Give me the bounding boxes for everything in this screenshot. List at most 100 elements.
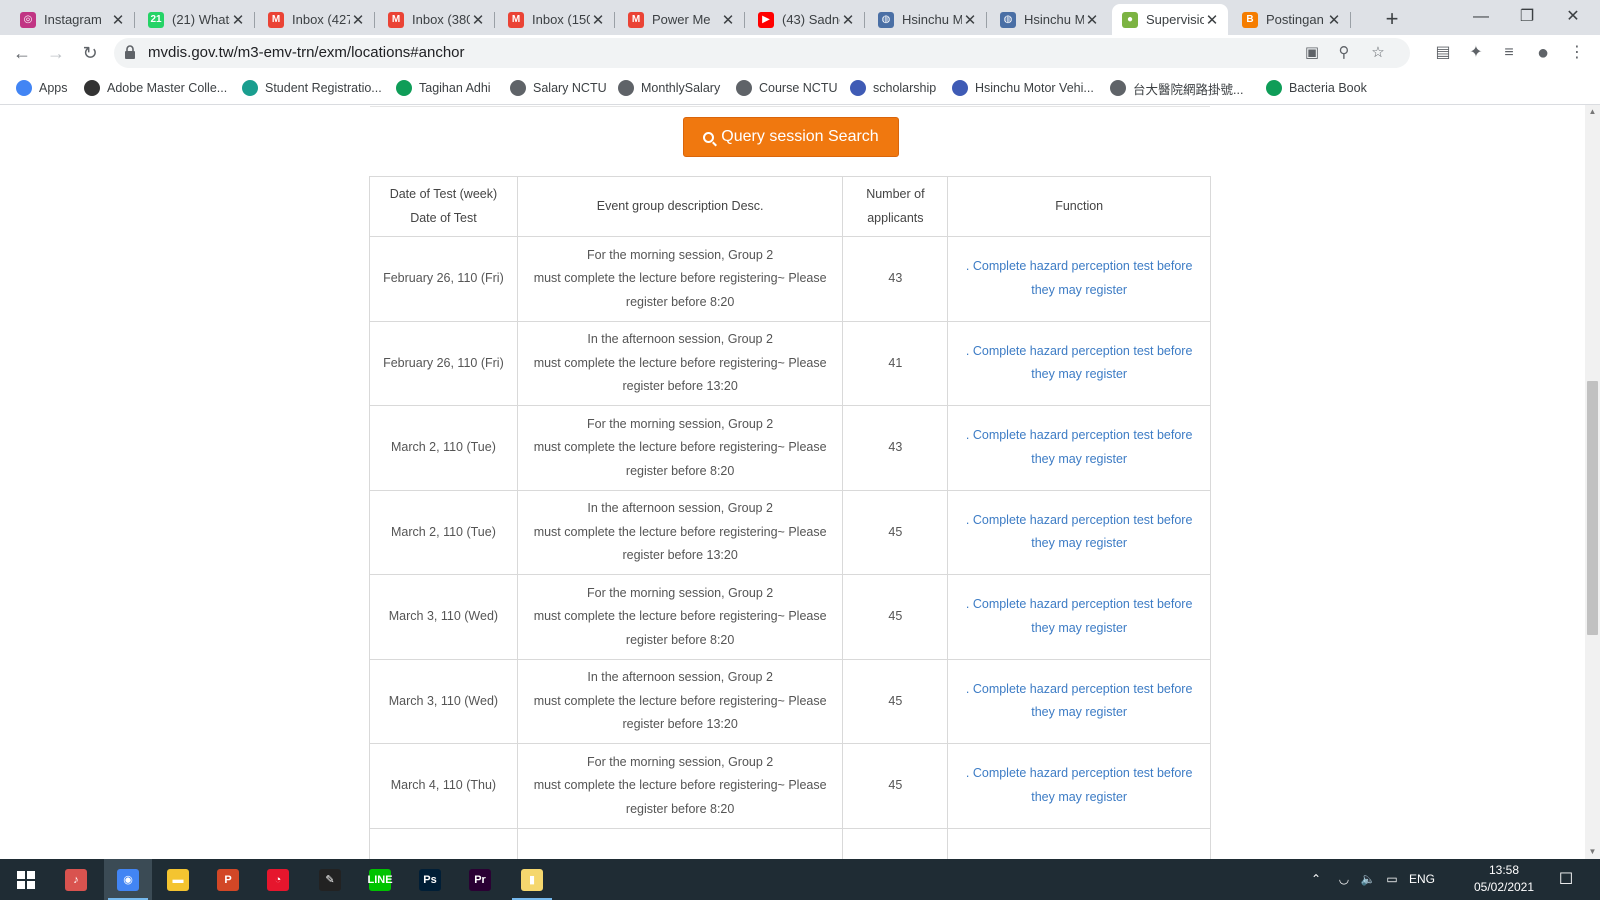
close-tab-icon[interactable]: ✕ <box>350 11 366 29</box>
close-tab-icon[interactable]: ✕ <box>1326 11 1342 29</box>
page-scrollbar[interactable]: ▲ ▼ <box>1585 105 1600 859</box>
taskbar-app-weibo[interactable]: ◔ <box>254 859 302 900</box>
new-tab-button[interactable]: + <box>1378 6 1406 34</box>
taskbar-app-music[interactable]: ♪ <box>52 859 100 900</box>
close-tab-icon[interactable]: ✕ <box>840 11 856 29</box>
restore-button[interactable]: ❐ <box>1504 0 1550 35</box>
table-row: March 2, 110 (Tue) In the afternoon sessi… <box>369 489 1211 575</box>
tab-title: Inbox (150) <box>532 12 590 27</box>
taskbar-app-notes[interactable]: ▮ <box>508 859 556 900</box>
bookmark-5[interactable]: MonthlySalary <box>618 79 720 97</box>
extension-news-icon[interactable]: ▤ <box>1432 42 1454 64</box>
scroll-down-icon[interactable]: ▼ <box>1585 845 1600 859</box>
tab-title: Hsinchu M <box>1024 12 1084 27</box>
zoom-icon[interactable]: ⚲ <box>1336 45 1352 61</box>
close-window-button[interactable]: ✕ <box>1550 0 1596 35</box>
tab-5[interactable]: M Power Me ✕ <box>618 4 745 35</box>
globe-icon <box>618 80 634 96</box>
language-indicator[interactable]: ENG <box>1404 859 1440 900</box>
bookmark-10[interactable]: Bacteria Book <box>1266 79 1367 97</box>
bookmark-label: Course NCTU <box>759 81 838 95</box>
close-tab-icon[interactable]: ✕ <box>962 11 978 29</box>
bookmark-9[interactable]: 台大醫院網路掛號... <box>1110 79 1243 97</box>
register-link[interactable]: . Complete hazard perception test before… <box>966 344 1193 382</box>
close-tab-icon[interactable]: ✕ <box>1204 11 1220 29</box>
tab-10[interactable]: B Postingan ✕ <box>1232 4 1351 35</box>
table-row: February 26, 110 (Fri) For the morning se… <box>369 236 1211 322</box>
profile-avatar-icon[interactable]: ● <box>1532 42 1554 64</box>
tab-separator <box>744 12 745 28</box>
tab-9[interactable]: ● Supervision✕ <box>1112 4 1228 35</box>
bookmark-4[interactable]: Salary NCTU <box>510 79 607 97</box>
sticky-notes-icon: ▮ <box>521 868 543 891</box>
taskbar-app-explorer[interactable]: ▬ <box>154 859 202 900</box>
forward-button[interactable]: → <box>42 39 70 67</box>
register-link[interactable]: . Complete hazard perception test before… <box>966 259 1193 297</box>
bookmark-6[interactable]: Course NCTU <box>736 79 838 97</box>
scrollbar-thumb[interactable] <box>1587 381 1598 635</box>
wifi-icon[interactable]: ◡ <box>1332 859 1356 900</box>
taskbar-app-chrome[interactable]: ◉ <box>104 859 152 900</box>
bookmark-0[interactable]: Apps <box>16 79 68 97</box>
close-tab-icon[interactable]: ✕ <box>1084 11 1100 29</box>
taskbar-app-inkscape[interactable]: ✎ <box>306 859 354 900</box>
cell-description: In the afternoon session, Group 2 must co… <box>516 489 844 575</box>
url-text[interactable]: mvdis.gov.tw/m3-emv-trn/exm/locations#an… <box>148 38 465 68</box>
register-link[interactable]: . Complete hazard perception test before… <box>966 682 1193 720</box>
tab-1[interactable]: 21 (21) WhatsApp✕ <box>138 4 255 35</box>
start-button[interactable] <box>2 859 50 900</box>
site-icon: ● <box>1122 11 1138 28</box>
register-link[interactable]: . Complete hazard perception test before… <box>966 428 1193 466</box>
tab-3[interactable]: M Inbox (380)✕ <box>378 4 495 35</box>
media-control-icon[interactable]: ≡ <box>1498 42 1520 64</box>
system-clock[interactable]: 13:58 05/02/2021 <box>1470 862 1538 896</box>
lock-icon[interactable] <box>124 45 136 59</box>
tab-4[interactable]: M Inbox (150)✕ <box>498 4 615 35</box>
bookmark-1[interactable]: Adobe Master Colle... <box>84 79 227 97</box>
menu-kebab-icon[interactable]: ⋮ <box>1566 42 1588 64</box>
volume-icon[interactable]: 🔈 <box>1356 859 1380 900</box>
tab-6[interactable]: ▶ (43) Sadness✕ <box>748 4 865 35</box>
tab-title: Instagram <box>44 12 102 27</box>
divider <box>370 106 1210 107</box>
back-button[interactable]: ← <box>8 39 36 67</box>
tab-0[interactable]: ◎ Instagram ✕ <box>10 4 135 35</box>
taskbar-app-premiere[interactable]: Pr <box>456 859 504 900</box>
tab-7[interactable]: ◍ Hsinchu M ✕ <box>868 4 987 35</box>
notifications-icon[interactable]: ☐ <box>1548 859 1584 900</box>
cell-function: . Complete hazard perception test before… <box>947 658 1211 744</box>
bookmark-star-icon[interactable]: ☆ <box>1370 45 1386 61</box>
tab-title: (21) WhatsApp <box>172 12 230 27</box>
address-bar[interactable]: mvdis.gov.tw/m3-emv-trn/exm/locations#an… <box>114 38 1410 68</box>
bookmark-8[interactable]: Hsinchu Motor Vehi... <box>952 79 1094 97</box>
register-link[interactable]: . Complete hazard perception test before… <box>966 597 1193 635</box>
bookmark-3[interactable]: Tagihan Adhi <box>396 79 491 97</box>
bookmark-7[interactable]: scholarship <box>850 79 936 97</box>
scroll-up-icon[interactable]: ▲ <box>1585 105 1600 119</box>
register-link[interactable]: . Complete hazard perception test before… <box>966 513 1193 551</box>
close-tab-icon[interactable]: ✕ <box>110 11 126 29</box>
reload-button[interactable]: ↻ <box>76 39 104 67</box>
tray-chevron-icon[interactable]: ⌃ <box>1306 859 1326 900</box>
tab-2[interactable]: M Inbox (427)✕ <box>258 4 375 35</box>
translate-icon[interactable]: ▣ <box>1304 45 1320 61</box>
sheets-icon <box>1266 80 1282 96</box>
taskbar-app-powerpoint[interactable]: P <box>204 859 252 900</box>
tab-8[interactable]: ◍ Hsinchu M ✕ <box>990 4 1108 35</box>
taskbar-app-photoshop[interactable]: Ps <box>406 859 454 900</box>
taskbar-app-line[interactable]: LINE <box>356 859 404 900</box>
close-tab-icon[interactable]: ✕ <box>230 11 246 29</box>
minimize-button[interactable]: — <box>1458 0 1504 35</box>
close-tab-icon[interactable]: ✕ <box>590 11 606 29</box>
extensions-puzzle-icon[interactable]: ✦ <box>1465 42 1487 64</box>
close-tab-icon[interactable]: ✕ <box>470 11 486 29</box>
tab-separator <box>254 12 255 28</box>
query-session-search-button[interactable]: Query session Search <box>683 117 899 157</box>
folder-icon: ▬ <box>167 868 189 891</box>
register-link[interactable]: . Complete hazard perception test before… <box>966 766 1193 804</box>
bookmark-2[interactable]: Student Registratio... <box>242 79 382 97</box>
close-tab-icon[interactable]: ✕ <box>720 11 736 29</box>
cell-date: March 3, 110 (Wed) <box>369 658 518 744</box>
cell-applicants: 45 <box>842 743 949 829</box>
battery-icon[interactable]: ▭ <box>1380 859 1404 900</box>
